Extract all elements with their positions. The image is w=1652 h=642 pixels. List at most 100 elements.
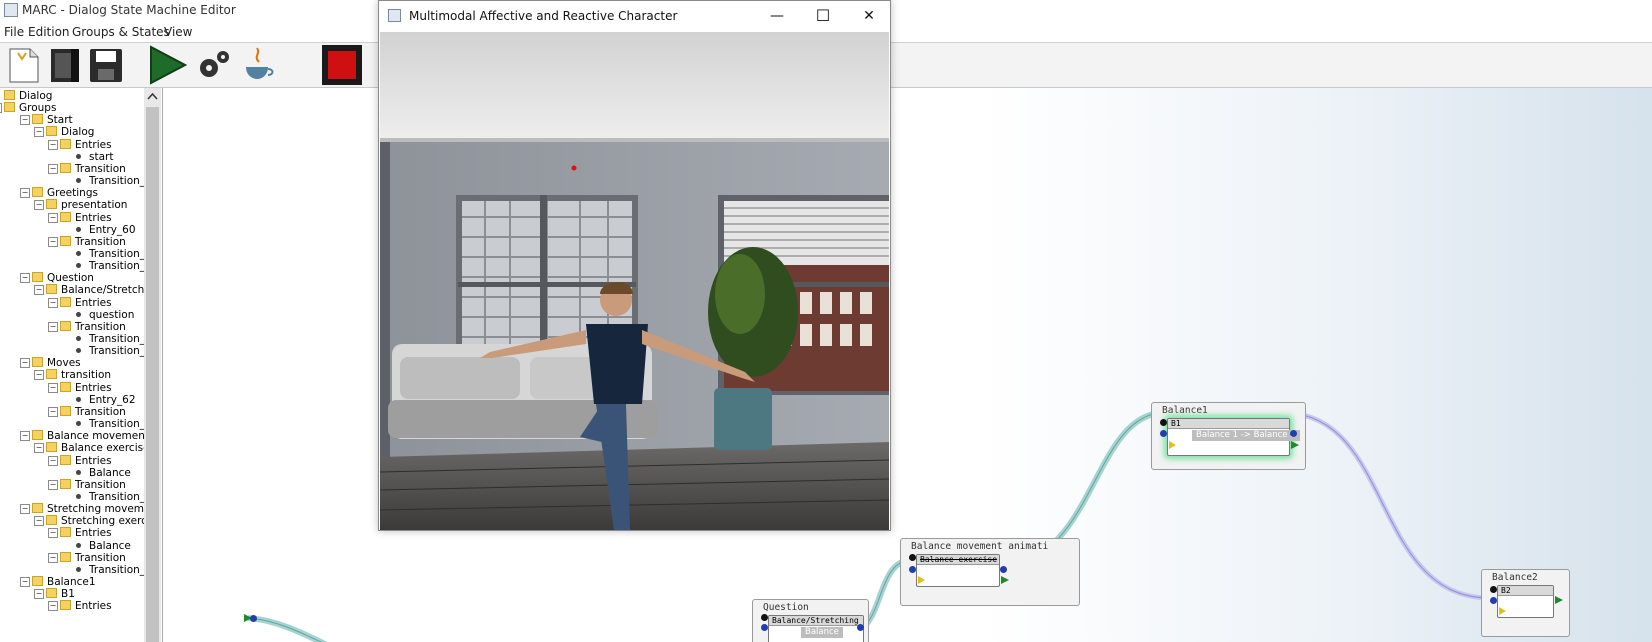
- folder-icon: [4, 102, 15, 113]
- output-port[interactable]: [1000, 566, 1007, 573]
- scroll-up-button[interactable]: [144, 88, 161, 105]
- bullet-icon: [76, 336, 81, 341]
- output-arrow-icon[interactable]: [1291, 441, 1299, 449]
- tree-item-label: Balance: [89, 539, 131, 552]
- collapse-toggle[interactable]: −: [48, 297, 58, 308]
- collapse-toggle[interactable]: −: [20, 358, 30, 369]
- collapse-toggle[interactable]: −: [48, 479, 58, 490]
- tree-scrollbar[interactable]: [144, 88, 161, 642]
- collapse-toggle[interactable]: −: [48, 163, 58, 174]
- state-balance-movement[interactable]: Balance movement animati Balance exercis…: [900, 538, 1080, 606]
- inner-state[interactable]: Balance exercise: [916, 554, 1000, 587]
- output-arrow-icon[interactable]: [1555, 596, 1563, 604]
- tree-item-label: Entries: [75, 381, 112, 394]
- collapse-toggle[interactable]: −: [20, 577, 30, 587]
- collapse-toggle[interactable]: −: [34, 370, 44, 381]
- inner-state[interactable]: Balance/Stretching Balance: [768, 615, 864, 642]
- output-port[interactable]: [1290, 430, 1297, 437]
- tree-item-label: Transition_: [89, 490, 144, 503]
- folder-icon: [4, 90, 15, 100]
- entry-port[interactable]: [909, 554, 916, 561]
- menu-edition[interactable]: Edition: [28, 25, 70, 39]
- collapse-toggle[interactable]: −: [20, 188, 30, 199]
- collapse-toggle[interactable]: −: [34, 285, 44, 296]
- scroll-thumb[interactable]: [146, 107, 159, 642]
- tree-item-label: Transition: [75, 162, 126, 175]
- character-window-title-bar[interactable]: Multimodal Affective and Reactive Charac…: [379, 1, 890, 31]
- collapse-toggle[interactable]: −: [20, 504, 30, 515]
- collapse-toggle[interactable]: −: [34, 589, 44, 600]
- transition-chip[interactable]: Balance 1 -> Balance 2: [1192, 430, 1300, 441]
- input-port[interactable]: [909, 566, 916, 573]
- collapse-toggle[interactable]: −: [48, 455, 58, 466]
- close-button[interactable]: ✕: [846, 1, 892, 31]
- transition-chip[interactable]: Balance: [801, 627, 843, 638]
- tree-item-label: Entries: [75, 296, 112, 309]
- character-window[interactable]: Multimodal Affective and Reactive Charac…: [378, 0, 891, 531]
- output-port[interactable]: [857, 624, 864, 631]
- tree-item-label: Transition: [75, 405, 126, 418]
- maximize-button[interactable]: ☐: [800, 1, 846, 31]
- tree-item-label: Transition_: [89, 260, 144, 273]
- collapse-toggle[interactable]: −: [34, 200, 44, 211]
- collapse-toggle[interactable]: −: [48, 212, 58, 223]
- state-balance2[interactable]: Balance2 B2: [1481, 569, 1570, 637]
- inner-state[interactable]: B1 Balance 1 -> Balance 2: [1167, 418, 1300, 456]
- settings-button[interactable]: [193, 45, 233, 85]
- collapse-toggle[interactable]: −: [0, 103, 2, 114]
- menu-file[interactable]: File: [4, 25, 24, 39]
- collapse-toggle[interactable]: −: [48, 528, 58, 539]
- tree-item-label: Balance exercise: [61, 442, 144, 455]
- collapse-toggle[interactable]: −: [48, 321, 58, 332]
- tree-item-label: Transition: [75, 478, 126, 491]
- input-port[interactable]: [1490, 597, 1497, 604]
- java-button[interactable]: [238, 45, 278, 85]
- collapse-toggle[interactable]: −: [48, 236, 58, 247]
- folder-icon: [46, 126, 57, 137]
- settings-icon: [200, 51, 229, 77]
- collapse-toggle[interactable]: −: [48, 406, 58, 417]
- tree-item-label: Entries: [75, 600, 112, 613]
- entry-port[interactable]: [1490, 586, 1497, 593]
- app-icon: [4, 3, 18, 17]
- inner-state-header: Balance exercise: [917, 555, 999, 565]
- character-3d-view[interactable]: [380, 32, 889, 530]
- collapse-toggle[interactable]: −: [48, 601, 58, 612]
- input-port[interactable]: [761, 624, 768, 631]
- run-button[interactable]: [147, 45, 188, 85]
- collapse-toggle[interactable]: −: [20, 431, 30, 442]
- output-arrow-icon[interactable]: [1001, 576, 1009, 584]
- folder-icon: [60, 162, 71, 173]
- new-button[interactable]: [4, 45, 44, 85]
- open-icon: [51, 49, 79, 82]
- tree-item-label: Stretching exercis: [61, 515, 144, 528]
- collapse-toggle[interactable]: −: [34, 127, 44, 138]
- inner-state-header: Balance/Stretching: [769, 616, 863, 626]
- collapse-toggle[interactable]: −: [48, 139, 58, 150]
- tree-item-label: Balance/Stretchin: [61, 284, 144, 297]
- state-question[interactable]: Question Balance/Stretching Balance: [752, 599, 869, 642]
- collapse-toggle[interactable]: −: [34, 443, 44, 454]
- collapse-toggle[interactable]: −: [48, 382, 58, 393]
- tree-item-label: Transition_: [89, 175, 144, 188]
- entry-port[interactable]: [761, 614, 768, 621]
- save-button[interactable]: [86, 45, 126, 85]
- menu-view[interactable]: View: [164, 25, 192, 39]
- state-balance1[interactable]: Balance1 B1 Balance 1 -> Balance 2: [1151, 402, 1306, 470]
- stop-button[interactable]: [322, 45, 362, 85]
- folder-icon: [60, 454, 71, 465]
- tree-item-label: Transition_: [89, 418, 144, 431]
- input-port[interactable]: [1160, 430, 1167, 437]
- collapse-toggle[interactable]: −: [34, 516, 44, 527]
- menu-groups-states[interactable]: Groups & States: [72, 25, 170, 39]
- collapse-toggle[interactable]: −: [20, 273, 30, 284]
- entry-port[interactable]: [1160, 419, 1167, 426]
- tree-panel: Dialog−Groups−Start−Dialog−Entriesstart−…: [0, 88, 163, 642]
- collapse-toggle[interactable]: −: [20, 115, 30, 126]
- open-button[interactable]: [45, 45, 85, 85]
- start-output-port[interactable]: [250, 615, 257, 622]
- collapse-toggle[interactable]: −: [48, 552, 58, 563]
- tree-item-label: Transition_: [89, 333, 144, 345]
- minimize-button[interactable]: —: [754, 1, 800, 31]
- folder-icon: [60, 551, 71, 562]
